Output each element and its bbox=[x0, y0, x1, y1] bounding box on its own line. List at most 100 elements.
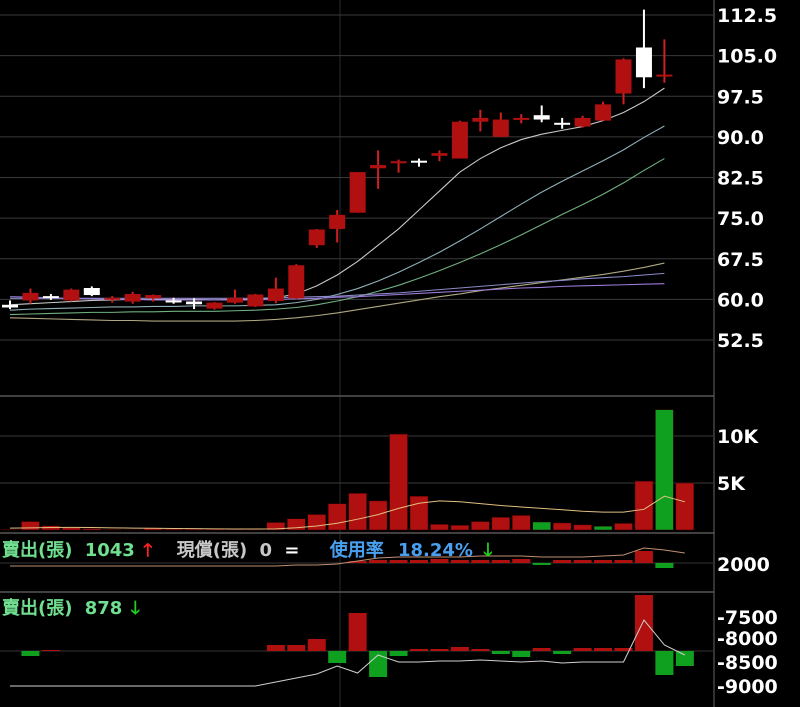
indicator2-bar bbox=[266, 645, 285, 651]
indicator2-bar bbox=[471, 649, 490, 651]
indicator-bar bbox=[634, 551, 653, 563]
price-tick-label: 112.5 bbox=[717, 5, 777, 27]
stock-chart: 112.5 105.0 97.5 90.0 82.5 75.0 67.5 60.0 52.5 10… bbox=[0, 0, 778, 707]
indicator2-tick-label: -7500 bbox=[717, 607, 778, 629]
candle-body bbox=[451, 121, 468, 159]
equal-icon: = bbox=[284, 540, 299, 561]
indicator2-bar bbox=[287, 645, 306, 651]
indicator-bar bbox=[594, 560, 613, 563]
volume-bar bbox=[512, 515, 531, 531]
arrow-up-icon: 🡑 bbox=[143, 540, 152, 561]
indicator2-bar bbox=[634, 595, 653, 651]
legend2-sell-label: 賣出(張) bbox=[2, 597, 72, 619]
volume-bar bbox=[225, 529, 245, 531]
candle-body bbox=[63, 289, 80, 301]
candle-body bbox=[431, 153, 448, 156]
candle-body bbox=[186, 301, 203, 305]
legend-2: 賣出(張) 878 🡓 bbox=[2, 597, 140, 619]
indicator2-bar bbox=[491, 651, 510, 654]
indicator2-tick-label: -9000 bbox=[717, 676, 778, 698]
volume-bar bbox=[307, 514, 326, 531]
volume-tick-label: 10K bbox=[717, 426, 759, 448]
candle-body bbox=[595, 104, 612, 121]
candle-body bbox=[656, 74, 673, 77]
indicator2-bar bbox=[655, 651, 674, 675]
indicator2-bar bbox=[450, 647, 469, 651]
indicator2-bar bbox=[348, 613, 367, 651]
indicator2-bar bbox=[430, 649, 449, 651]
volume-bar bbox=[614, 523, 633, 531]
arrow-down-icon: 🡓 bbox=[483, 540, 492, 561]
indicator2-bar bbox=[594, 648, 613, 651]
indicator2-bar bbox=[512, 651, 531, 657]
volume-bar bbox=[532, 521, 551, 531]
indicator-bar bbox=[573, 560, 592, 563]
legend-1: 賣出(張) 1043 🡑 現償(張) 0 = 使用率 18.24% 🡓 bbox=[2, 539, 493, 561]
volume-bar bbox=[389, 433, 408, 531]
candle-body bbox=[226, 297, 243, 303]
indicator-bar bbox=[532, 563, 551, 565]
volume-bar bbox=[348, 493, 367, 531]
candle-body bbox=[145, 295, 162, 299]
indicator2-bar bbox=[553, 651, 572, 654]
price-tick-label: 52.5 bbox=[717, 330, 764, 352]
candle-body bbox=[2, 304, 18, 308]
candle-body bbox=[165, 300, 182, 303]
legend2-sell-value: 878 bbox=[85, 598, 123, 619]
volume-average-line bbox=[9, 495, 685, 530]
volume-tick-label: 5K bbox=[717, 473, 746, 495]
indicator2-bar bbox=[532, 648, 551, 651]
candle-body bbox=[349, 172, 366, 213]
legend-usage-label: 使用率 bbox=[329, 539, 384, 561]
moving-average-line bbox=[9, 283, 665, 301]
indicator2-tick-label: -8500 bbox=[717, 652, 778, 674]
candle-body bbox=[308, 229, 325, 246]
indicator-bar bbox=[614, 560, 633, 563]
moving-average-line bbox=[9, 87, 665, 306]
indicator2-bar bbox=[41, 650, 60, 651]
candle-body bbox=[411, 160, 427, 163]
volume-bar bbox=[655, 409, 674, 531]
price-tick-label: 105.0 bbox=[717, 46, 777, 68]
candle-body bbox=[83, 288, 100, 296]
volume-bar bbox=[103, 529, 122, 531]
volume-bar bbox=[327, 503, 347, 531]
candle-body bbox=[513, 117, 530, 120]
indicator-bar bbox=[491, 560, 510, 563]
candlesticks bbox=[2, 9, 673, 310]
volume-bar bbox=[491, 517, 511, 531]
candle-body bbox=[124, 293, 141, 302]
volume-ma-line bbox=[9, 495, 685, 530]
volume-bar bbox=[21, 521, 40, 531]
legend-sell-label: 賣出(張) bbox=[2, 539, 72, 561]
volume-bar bbox=[552, 522, 572, 531]
volume-bar bbox=[675, 482, 695, 531]
price-tick-label: 90.0 bbox=[717, 127, 764, 149]
indicator2-line bbox=[10, 619, 686, 687]
volume-bar bbox=[82, 528, 102, 531]
candle-body bbox=[22, 292, 39, 301]
volume-bar bbox=[409, 495, 429, 531]
volume-bar bbox=[62, 527, 81, 531]
indicator2-bar bbox=[573, 648, 592, 651]
indicator-bar bbox=[655, 563, 674, 568]
y-axis-labels: 112.5 105.0 97.5 90.0 82.5 75.0 67.5 60.0 52.5 10… bbox=[717, 5, 778, 698]
volume-bar bbox=[573, 524, 592, 531]
candle-body bbox=[247, 294, 264, 307]
price-tick-label: 75.0 bbox=[717, 208, 764, 230]
legend-repay-value: 0 bbox=[260, 540, 273, 561]
candle-body bbox=[370, 165, 387, 169]
legend-usage-value: 18.24% bbox=[398, 540, 473, 561]
candle-body bbox=[288, 265, 305, 299]
candle-body bbox=[104, 297, 121, 300]
volume-bar bbox=[471, 521, 490, 531]
volume-bar bbox=[430, 524, 449, 531]
candle-body bbox=[329, 214, 346, 229]
candle-body bbox=[42, 296, 59, 299]
indicator2-bar bbox=[675, 651, 694, 666]
volume-bar bbox=[368, 500, 388, 531]
candle-body bbox=[615, 59, 632, 94]
volume-bar bbox=[164, 528, 183, 531]
volume-bar bbox=[184, 528, 204, 531]
candle-body bbox=[492, 119, 509, 137]
